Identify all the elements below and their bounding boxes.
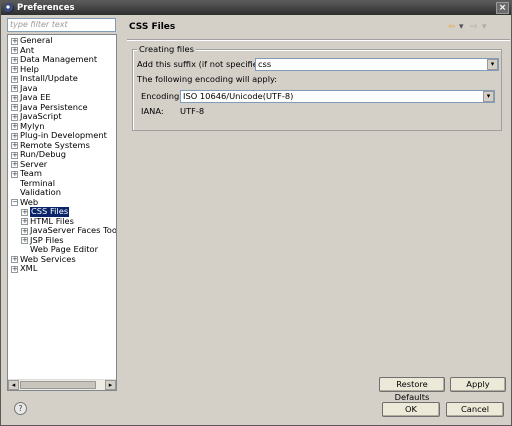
- expand-icon[interactable]: +: [11, 132, 18, 140]
- page-header: CSS Files ⇦ ▾ ⇨ ▾: [122, 17, 511, 37]
- expand-icon[interactable]: +: [11, 47, 18, 54]
- tree-item-label: XML: [20, 263, 38, 273]
- suffix-label: Add this suffix (if not specified):: [137, 59, 270, 69]
- expand-icon[interactable]: +: [11, 123, 18, 130]
- expand-icon[interactable]: +: [11, 142, 18, 149]
- horizontal-scrollbar[interactable]: ◂ ▸: [8, 379, 116, 390]
- suffix-combo[interactable]: css ▾: [255, 58, 499, 71]
- forward-arrow-icon[interactable]: ⇨: [470, 22, 478, 32]
- expand-icon[interactable]: +: [11, 170, 18, 178]
- group-title: Creating files: [137, 44, 196, 54]
- back-arrow-icon[interactable]: ⇦: [448, 22, 456, 32]
- preference-tree: + General + Ant + Data Management + Help + Instal…: [7, 34, 117, 391]
- expand-icon[interactable]: +: [21, 218, 28, 225]
- expand-icon[interactable]: +: [21, 237, 28, 244]
- close-icon[interactable]: ×: [496, 2, 509, 14]
- window-title: Preferences: [17, 3, 75, 13]
- expand-icon[interactable]: +: [11, 113, 18, 121]
- expand-icon[interactable]: +: [21, 208, 28, 216]
- tree-item[interactable]: + XML: [8, 263, 116, 274]
- title-bar: Preferences ×: [1, 1, 511, 15]
- expand-icon[interactable]: +: [11, 151, 18, 159]
- expand-icon[interactable]: +: [11, 265, 18, 273]
- preferences-window: Preferences × type filter text + General +…: [0, 0, 512, 426]
- help-icon[interactable]: ?: [14, 402, 27, 415]
- encoding-label: Encoding:: [141, 91, 183, 101]
- restore-defaults-button[interactable]: Restore Defaults: [379, 377, 445, 402]
- page-title: CSS Files: [129, 22, 176, 32]
- navigation-pane: type filter text + General + Ant + Data Manag…: [4, 17, 119, 395]
- ok-button[interactable]: OK: [382, 402, 440, 417]
- creating-files-group: Creating files Add this suffix (if not s…: [132, 44, 502, 131]
- expand-icon[interactable]: +: [11, 104, 18, 111]
- scroll-thumb[interactable]: [20, 381, 96, 389]
- preference-page: CSS Files ⇦ ▾ ⇨ ▾ Creating files Add thi…: [122, 17, 511, 402]
- filter-input[interactable]: type filter text: [7, 18, 116, 32]
- collapse-icon[interactable]: −: [11, 199, 18, 206]
- cancel-button[interactable]: Cancel: [446, 402, 504, 417]
- iana-label: IANA:: [141, 106, 164, 116]
- header-separator: [127, 39, 510, 41]
- encoding-combo[interactable]: ISO 10646/Unicode(UTF-8) ▾: [180, 90, 495, 103]
- expand-icon[interactable]: +: [11, 56, 18, 64]
- iana-value: UTF-8: [180, 106, 205, 116]
- encoding-value: ISO 10646/Unicode(UTF-8): [183, 91, 294, 101]
- encoding-note: The following encoding will apply:: [137, 74, 278, 84]
- expand-icon[interactable]: +: [11, 75, 18, 83]
- expand-icon[interactable]: +: [11, 85, 18, 92]
- chevron-down-icon[interactable]: ▾: [483, 91, 494, 102]
- expand-icon[interactable]: +: [11, 66, 18, 73]
- eclipse-icon: [4, 3, 14, 13]
- expand-icon[interactable]: +: [11, 37, 18, 45]
- expand-icon[interactable]: +: [11, 94, 18, 102]
- apply-button[interactable]: Apply: [450, 377, 506, 392]
- tree-items: + General + Ant + Data Management + Help + Instal…: [8, 36, 116, 376]
- expand-icon[interactable]: +: [11, 256, 18, 263]
- suffix-value: css: [258, 59, 272, 69]
- expand-icon[interactable]: +: [11, 161, 18, 168]
- back-menu-icon[interactable]: ▾: [459, 22, 464, 32]
- forward-menu-icon[interactable]: ▾: [482, 22, 487, 32]
- chevron-down-icon[interactable]: ▾: [487, 59, 498, 70]
- scroll-left-icon[interactable]: ◂: [8, 380, 19, 390]
- expand-icon[interactable]: +: [21, 227, 28, 235]
- scroll-right-icon[interactable]: ▸: [105, 380, 116, 390]
